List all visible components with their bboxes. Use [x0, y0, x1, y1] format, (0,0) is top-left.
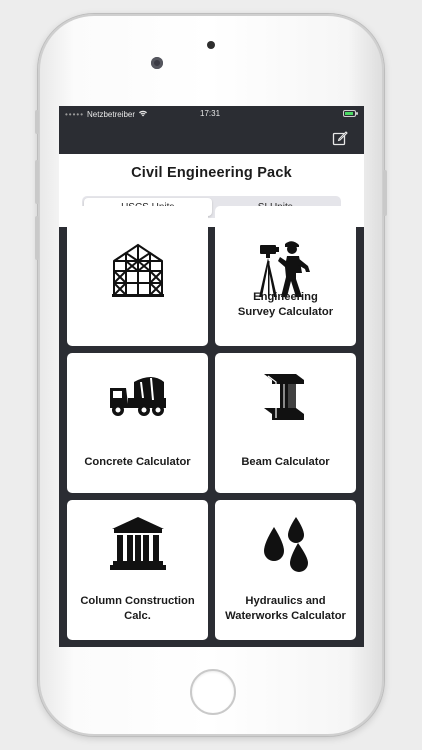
survey-label: Engineering Survey Calculator	[219, 290, 352, 320]
hydraulics-label: Hydraulics and Waterworks Calculator	[219, 594, 352, 624]
columns-building-icon	[108, 513, 168, 573]
wifi-icon	[138, 109, 148, 119]
label-line: Engineering	[253, 291, 318, 303]
concrete-mixer-truck-icon	[108, 366, 168, 426]
concrete-label: Concrete Calculator	[71, 455, 204, 470]
label-line: Hydraulics and	[245, 595, 326, 607]
label-line: Column Construction	[80, 595, 195, 607]
structural-engineering-card[interactable]: Structural EngineeringCalculator	[67, 206, 208, 346]
volume-down-button	[35, 216, 39, 260]
column-construction-label: Column Construction Calc.	[71, 594, 204, 624]
earpiece-dot	[207, 41, 215, 49]
label-line: Concrete Calculator	[84, 456, 191, 468]
signal-dots: •••••	[65, 109, 85, 119]
compose-icon[interactable]	[332, 130, 348, 146]
water-drops-icon	[256, 513, 316, 573]
hydraulics-card[interactable]: Hydraulics and Waterworks Calculator	[215, 500, 356, 640]
carrier-name: Netzbetreiber	[87, 109, 136, 119]
concrete-card[interactable]: Concrete Calculator	[67, 353, 208, 493]
survey-card[interactable]: Engineering Survey Calculator	[215, 206, 356, 346]
column-construction-card[interactable]: Column Construction Calc.	[67, 500, 208, 640]
volume-up-button	[35, 160, 39, 204]
app-screen: ••••• Netzbetreiber 17:31 Civil Engineer…	[59, 106, 364, 647]
label-line: Waterworks Calculator	[225, 610, 346, 622]
home-button[interactable]	[190, 669, 236, 715]
front-camera	[151, 57, 163, 69]
beam-card[interactable]: Beam Calculator	[215, 353, 356, 493]
steel-beam-icon	[256, 366, 316, 426]
power-button	[383, 170, 387, 216]
page-title: Civil Engineering Pack	[131, 165, 292, 181]
battery-icon	[343, 110, 358, 117]
carrier-group: ••••• Netzbetreiber	[65, 109, 148, 119]
status-time: 17:31	[200, 109, 221, 118]
mute-switch	[35, 110, 39, 134]
label-line: Beam Calculator	[241, 456, 330, 468]
structure-frame-icon	[108, 239, 168, 299]
status-bar: ••••• Netzbetreiber 17:31	[59, 106, 364, 122]
label-line: Calc.	[124, 610, 151, 622]
label-line: Survey Calculator	[237, 306, 334, 318]
beam-label: Beam Calculator	[219, 455, 352, 470]
